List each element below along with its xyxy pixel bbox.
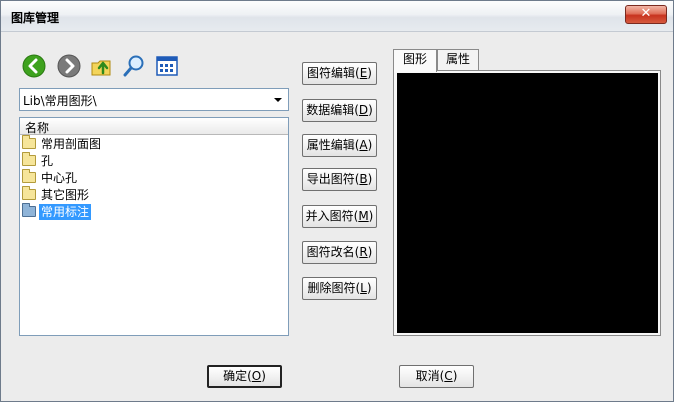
- button-label: 属性编辑(: [306, 138, 360, 152]
- symbol-preview-canvas: [397, 73, 658, 333]
- delete-symbol-button[interactable]: 删除图符(L): [302, 277, 377, 300]
- export-symbol-button[interactable]: 导出图符(B): [302, 168, 377, 191]
- button-hotkey: R: [359, 245, 368, 259]
- button-label-tail: ): [368, 209, 374, 223]
- button-label: 取消(: [415, 369, 445, 383]
- button-label-tail: ): [452, 369, 458, 383]
- button-label: 导出图符(: [306, 172, 360, 186]
- button-label: 图符编辑(: [307, 66, 360, 80]
- button-label-tail: ): [367, 138, 373, 152]
- button-label: 确定(: [223, 369, 252, 383]
- title-bar: 图库管理 ✕: [1, 1, 673, 32]
- chevron-down-icon[interactable]: [269, 91, 286, 108]
- button-hotkey: M: [358, 209, 369, 223]
- tab-graphic[interactable]: 图形: [393, 49, 437, 72]
- folder-icon: [22, 186, 36, 200]
- forward-icon[interactable]: [56, 53, 82, 79]
- button-label: 图符改名(: [306, 245, 360, 259]
- symbol-list[interactable]: 名称 常用剖面图 孔 中心孔 其它图形 常用标注: [19, 117, 289, 336]
- list-item-selected[interactable]: 常用标注: [22, 203, 92, 221]
- button-label: 并入图符(: [305, 209, 359, 223]
- button-hotkey: A: [359, 138, 368, 152]
- list-item-label: 其它图形: [41, 188, 90, 202]
- edit-symbol-button[interactable]: 图符编辑(E): [302, 62, 377, 85]
- button-hotkey: L: [360, 281, 367, 295]
- button-label: 删除图符(: [307, 281, 361, 295]
- list-header-label: 名称: [25, 121, 50, 135]
- button-label-tail: ): [367, 172, 373, 186]
- window-title: 图库管理: [11, 11, 60, 25]
- list-item[interactable]: 孔: [22, 152, 55, 170]
- rename-symbol-button[interactable]: 图符改名(R): [302, 241, 377, 264]
- view-grid-icon[interactable]: [154, 53, 180, 79]
- list-item-label: 常用剖面图: [41, 137, 102, 151]
- tab-attributes[interactable]: 属性: [437, 49, 479, 71]
- button-hotkey: D: [358, 103, 369, 117]
- folder-icon: [22, 152, 36, 166]
- merge-symbol-button[interactable]: 并入图符(M): [302, 205, 377, 228]
- library-manager-dialog: 图库管理 ✕ Lib\常用图形\ 名称 常用剖面图 孔 中心孔 其它图形 常用标…: [0, 0, 674, 402]
- button-label: 数据编辑(: [306, 103, 359, 117]
- ok-button[interactable]: 确定(O): [207, 365, 282, 388]
- list-item-label: 中心孔: [41, 171, 78, 185]
- edit-data-button[interactable]: 数据编辑(D): [302, 99, 377, 122]
- edit-attributes-button[interactable]: 属性编辑(A): [302, 134, 377, 157]
- list-item[interactable]: 其它图形: [22, 186, 91, 204]
- button-hotkey: O: [251, 369, 262, 383]
- list-item-label: 孔: [41, 154, 54, 168]
- list-item-label: 常用标注: [39, 204, 92, 220]
- search-icon[interactable]: [121, 53, 147, 79]
- button-label-tail: ): [368, 103, 373, 117]
- button-label-tail: ): [367, 66, 372, 80]
- preview-panel: [393, 70, 661, 336]
- back-icon[interactable]: [21, 53, 47, 79]
- folder-icon: [22, 135, 36, 149]
- button-label-tail: ): [261, 369, 266, 383]
- list-item[interactable]: 常用剖面图: [22, 135, 103, 153]
- folder-icon: [22, 203, 36, 217]
- path-combobox-value: Lib\常用图形\: [23, 94, 97, 108]
- button-hotkey: B: [359, 172, 368, 186]
- list-header-name[interactable]: 名称: [20, 118, 288, 135]
- list-item[interactable]: 中心孔: [22, 169, 79, 187]
- close-button[interactable]: ✕: [625, 5, 667, 24]
- button-label-tail: ): [366, 281, 372, 295]
- cancel-button[interactable]: 取消(C): [399, 365, 474, 388]
- button-hotkey: C: [444, 369, 453, 383]
- path-combobox[interactable]: Lib\常用图形\: [19, 88, 289, 111]
- folder-icon: [22, 169, 36, 183]
- up-folder-icon[interactable]: [89, 53, 115, 79]
- button-label-tail: ): [367, 245, 373, 259]
